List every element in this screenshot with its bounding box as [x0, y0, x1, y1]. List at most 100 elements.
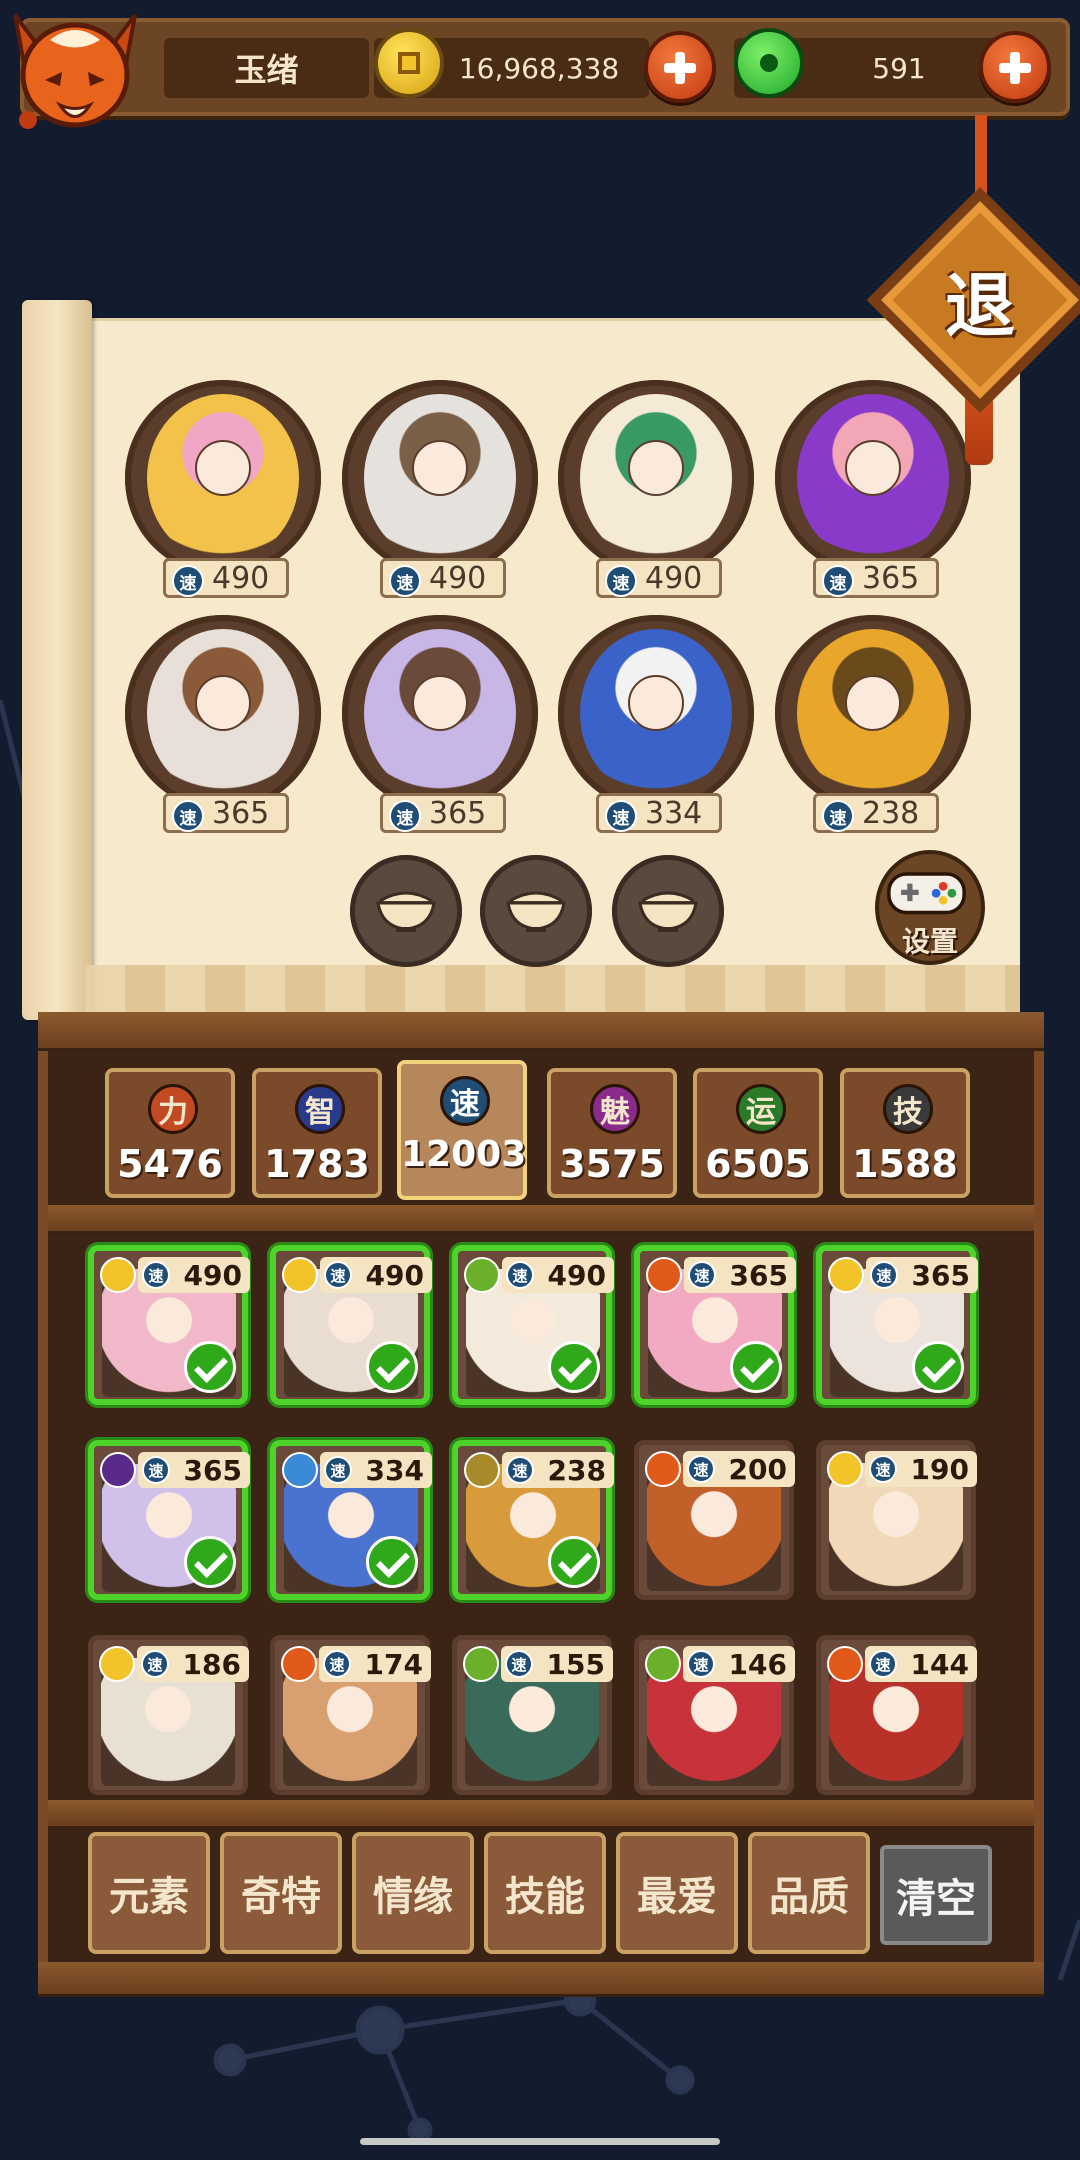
character-face — [845, 440, 901, 496]
filter-button-bond[interactable]: 情缘 — [352, 1832, 474, 1954]
character-portrait — [558, 380, 754, 576]
character-card[interactable]: 速 144 — [816, 1635, 977, 1795]
character-card[interactable]: 速 186 — [88, 1635, 249, 1795]
speed-tag: 速 490 — [163, 558, 289, 598]
jade-gem-icon — [734, 28, 804, 98]
stat-tab-strength[interactable]: 力 5476 — [105, 1068, 235, 1198]
speed-stat-icon: 速 — [172, 800, 204, 832]
character-card[interactable]: 速 490 — [452, 1245, 614, 1405]
element-icon — [645, 1646, 681, 1682]
top-bar: 玉绪 16,968,338 591 — [20, 18, 1070, 116]
speed-tag: 速 490 — [380, 558, 506, 598]
rice-bowl-icon — [638, 891, 698, 932]
speed-tag: 速 365 — [813, 558, 939, 598]
speed-value: 174 — [364, 1647, 423, 1681]
team-slot[interactable]: 速 490 — [125, 380, 325, 605]
stat-tab-luck[interactable]: 运 6505 — [693, 1068, 823, 1198]
stat-tab-skill[interactable]: 技 1588 — [840, 1068, 970, 1198]
stat-value: 1588 — [852, 1142, 958, 1186]
add-gems-button[interactable] — [979, 31, 1051, 103]
speed-stat-icon: 速 — [688, 1261, 716, 1289]
character-card[interactable]: 速 155 — [452, 1635, 613, 1795]
check-icon — [366, 1536, 418, 1588]
strength-stat-icon: 力 — [148, 1084, 198, 1134]
filter-button-skill[interactable]: 技能 — [484, 1832, 606, 1954]
speed-value: 334 — [645, 795, 703, 831]
character-card[interactable]: 速 490 — [270, 1245, 432, 1405]
fox-mask-avatar[interactable] — [0, 0, 150, 140]
speed-stat-icon: 速 — [822, 800, 854, 832]
team-slot[interactable]: 速 238 — [775, 615, 975, 840]
team-slot[interactable]: 速 334 — [558, 615, 758, 840]
empty-bowl-slot[interactable] — [350, 855, 462, 967]
card-speed-label: 速 155 — [501, 1646, 613, 1682]
element-icon — [645, 1451, 681, 1487]
speed-stat-icon: 速 — [389, 565, 421, 597]
speed-stat-icon: 速 — [605, 800, 637, 832]
character-card[interactable]: 速 334 — [270, 1440, 432, 1600]
card-speed-label: 速 174 — [319, 1646, 431, 1682]
add-coins-button[interactable] — [644, 31, 716, 103]
character-card[interactable]: 速 238 — [452, 1440, 614, 1600]
speed-value: 490 — [645, 560, 703, 596]
luck-stat-icon: 运 — [736, 1084, 786, 1134]
element-icon — [463, 1646, 499, 1682]
card-speed-label: 速 365 — [138, 1452, 250, 1488]
speed-stat-icon: 速 — [505, 1650, 533, 1678]
clear-button[interactable]: 清空 — [880, 1845, 992, 1945]
speed-value: 190 — [910, 1452, 969, 1486]
character-card[interactable]: 速 490 — [88, 1245, 250, 1405]
card-speed-label: 速 186 — [137, 1646, 249, 1682]
stat-tab-speed[interactable]: 速 12003 — [397, 1060, 527, 1200]
card-speed-label: 速 490 — [320, 1257, 432, 1293]
element-icon — [464, 1452, 500, 1488]
speed-value: 365 — [429, 795, 487, 831]
player-name: 玉绪 — [164, 38, 369, 98]
speed-stat-icon: 速 — [324, 1261, 352, 1289]
speed-tag: 速 490 — [596, 558, 722, 598]
filter-button-element[interactable]: 元素 — [88, 1832, 210, 1954]
team-slot[interactable]: 速 365 — [342, 615, 542, 840]
speed-value: 144 — [910, 1647, 969, 1681]
filter-button-favorite[interactable]: 最爱 — [616, 1832, 738, 1954]
team-slot[interactable]: 速 365 — [775, 380, 975, 605]
team-slot[interactable]: 速 490 — [558, 380, 758, 605]
element-icon — [99, 1646, 135, 1682]
team-slot[interactable]: 速 365 — [125, 615, 325, 840]
check-icon — [730, 1341, 782, 1393]
character-portrait — [775, 380, 971, 576]
speed-stat-icon: 速 — [687, 1650, 715, 1678]
cabinet-mid-rail — [48, 1205, 1034, 1231]
rice-bowl-icon — [506, 891, 566, 932]
empty-bowl-slot[interactable] — [480, 855, 592, 967]
character-card[interactable]: 速 365 — [816, 1245, 978, 1405]
check-icon — [548, 1341, 600, 1393]
stat-value: 3575 — [559, 1142, 665, 1186]
check-icon — [548, 1536, 600, 1588]
card-speed-label: 速 200 — [683, 1451, 795, 1487]
character-card[interactable]: 速 200 — [634, 1440, 795, 1600]
speed-stat-icon: 速 — [869, 1455, 897, 1483]
speed-stat-icon: 速 — [506, 1261, 534, 1289]
character-card[interactable]: 速 190 — [816, 1440, 977, 1600]
character-portrait — [342, 615, 538, 811]
empty-bowl-slot[interactable] — [612, 855, 724, 967]
character-card[interactable]: 速 146 — [634, 1635, 795, 1795]
character-card[interactable]: 速 365 — [88, 1440, 250, 1600]
card-speed-label: 速 365 — [684, 1257, 796, 1293]
character-card[interactable]: 速 365 — [634, 1245, 796, 1405]
check-icon — [366, 1341, 418, 1393]
team-slot[interactable]: 速 490 — [342, 380, 542, 605]
character-face — [412, 675, 468, 731]
stat-tab-charm[interactable]: 魅 3575 — [547, 1068, 677, 1198]
stat-tab-intelligence[interactable]: 智 1783 — [252, 1068, 382, 1198]
character-card[interactable]: 速 174 — [270, 1635, 431, 1795]
speed-tag: 速 365 — [163, 793, 289, 833]
gem-amount: 591 — [872, 51, 926, 85]
speed-stat-icon: 速 — [141, 1650, 169, 1678]
coin-amount: 16,968,338 — [458, 51, 620, 85]
filter-button-quality[interactable]: 品质 — [748, 1832, 870, 1954]
speed-stat-icon: 速 — [142, 1261, 170, 1289]
filter-button-special[interactable]: 奇特 — [220, 1832, 342, 1954]
element-icon — [646, 1257, 682, 1293]
